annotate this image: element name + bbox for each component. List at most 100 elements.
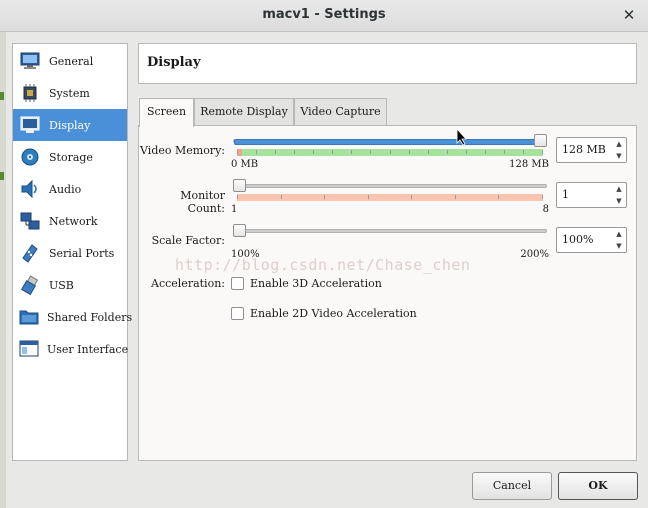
monitor-count-min-label: 1 — [231, 204, 238, 215]
video-memory-range-bar — [237, 149, 543, 156]
sidebar-item-display[interactable]: Display — [13, 109, 127, 141]
monitor-count-range-bar — [237, 194, 543, 201]
video-memory-value: 128 MB — [562, 143, 606, 156]
sidebar-item-system[interactable]: System — [13, 77, 127, 109]
enable-3d-acceleration-label: Enable 3D Acceleration — [250, 277, 382, 290]
sidebar-item-label: System — [49, 86, 90, 100]
slider-tick — [542, 195, 543, 199]
enable-3d-acceleration-checkbox[interactable] — [231, 277, 244, 290]
sidebar-item-label: Network — [49, 214, 98, 228]
scale-factor-min-label: 100% — [231, 249, 260, 260]
sidebar-item-label: USB — [49, 278, 74, 292]
tab-remote-display[interactable]: Remote Display — [194, 98, 294, 126]
page-header — [138, 43, 637, 84]
scale-factor-label: Scale Factor: — [151, 234, 225, 247]
tab-video-capture[interactable]: Video Capture — [294, 98, 387, 126]
spin-down-icon[interactable]: ▼ — [612, 195, 626, 207]
tab-screen[interactable]: Screen — [139, 98, 194, 127]
scale-factor-max-label: 200% — [520, 249, 549, 260]
scale-factor-spinbox[interactable]: 100% ▲ ▼ — [556, 227, 627, 253]
scale-factor-value: 100% — [562, 233, 594, 246]
slider-tick — [427, 150, 429, 154]
settings-sidebar: General System Display Storage Audio Net… — [12, 43, 132, 461]
slider-tick — [294, 150, 296, 154]
window-title: macv1 - Settings — [262, 7, 386, 22]
monitor-count-slider-handle[interactable] — [233, 179, 246, 192]
video-memory-spinbox[interactable]: 128 MB ▲ ▼ — [556, 137, 627, 163]
video-memory-max-label: 128 MB — [509, 159, 549, 170]
sidebar-item-label: User Interface — [47, 342, 129, 356]
sidebar-item-serial-ports[interactable]: Serial Ports — [13, 237, 127, 269]
video-memory-label: Video Memory: — [140, 144, 225, 157]
ok-button[interactable]: OK — [558, 472, 638, 500]
folder-icon — [19, 306, 39, 328]
slider-tick — [411, 195, 413, 199]
slider-tick — [313, 150, 315, 154]
usb-icon — [19, 274, 41, 296]
video-memory-slider-handle[interactable] — [534, 134, 547, 147]
slider-tick — [332, 150, 334, 154]
slider-tick — [256, 150, 258, 154]
slider-tick — [367, 195, 369, 199]
slider-tick — [503, 150, 505, 154]
cancel-button[interactable]: Cancel — [472, 472, 552, 500]
slider-tick — [237, 150, 238, 154]
spin-down-icon[interactable]: ▼ — [612, 240, 626, 252]
monitor-count-spinbox[interactable]: 1 ▲ ▼ — [556, 182, 627, 208]
scale-factor-slider-track[interactable] — [233, 229, 547, 233]
sidebar-item-label: General — [49, 54, 94, 68]
sidebar-item-label: Shared Folders — [47, 310, 133, 324]
video-memory-min-label: 0 MB — [231, 159, 259, 170]
slider-tick — [522, 150, 524, 154]
video-memory-slider-fill — [234, 139, 546, 145]
sidebar-item-usb[interactable]: USB — [13, 269, 127, 301]
display-icon — [19, 114, 41, 136]
monitor-count-value: 1 — [562, 188, 569, 201]
monitor-icon — [19, 50, 41, 72]
scale-factor-slider-handle[interactable] — [233, 224, 246, 237]
enable-2d-video-acceleration-checkbox[interactable] — [231, 307, 244, 320]
slider-tick — [351, 150, 353, 154]
slider-tick — [389, 150, 391, 154]
acceleration-label: Acceleration: — [151, 277, 225, 290]
close-icon[interactable]: ✕ — [620, 6, 638, 24]
slider-tick — [498, 195, 500, 199]
sidebar-item-label: Display — [49, 118, 91, 132]
chip-icon — [19, 82, 41, 104]
mouse-pointer-icon — [456, 127, 468, 146]
ok-button-label: OK — [588, 479, 608, 492]
slider-tick — [324, 195, 326, 199]
cancel-button-label: Cancel — [492, 479, 532, 492]
video-memory-slider-track[interactable] — [233, 139, 547, 145]
background-window-edge — [0, 32, 6, 508]
speaker-icon — [19, 178, 41, 200]
tab-label: Video Capture — [300, 105, 381, 118]
sidebar-item-label: Audio — [49, 182, 82, 196]
sidebar-item-shared-folders[interactable]: Shared Folders — [13, 301, 132, 333]
slider-tick — [280, 195, 282, 199]
spin-up-icon[interactable]: ▲ — [612, 138, 626, 150]
slider-tick — [446, 150, 448, 154]
spin-up-icon[interactable]: ▲ — [612, 228, 626, 240]
spin-down-icon[interactable]: ▼ — [612, 150, 626, 162]
tab-label: Remote Display — [200, 105, 288, 118]
page-title: Display — [147, 55, 201, 70]
network-icon — [19, 210, 41, 232]
tab-label: Screen — [146, 105, 187, 118]
slider-tick — [237, 195, 238, 199]
spin-up-icon[interactable]: ▲ — [612, 183, 626, 195]
sidebar-item-storage[interactable]: Storage — [13, 141, 127, 173]
sidebar-item-user-interface[interactable]: User Interface — [13, 333, 129, 365]
sidebar-item-general[interactable]: General — [13, 45, 127, 77]
slider-tick — [370, 150, 372, 154]
serial-icon — [19, 242, 41, 264]
monitor-count-max-label: 8 — [542, 204, 549, 215]
slider-tick — [275, 150, 277, 154]
monitor-count-slider-track[interactable] — [233, 184, 547, 188]
sidebar-item-network[interactable]: Network — [13, 205, 127, 237]
slider-tick — [408, 150, 410, 154]
window-icon — [19, 338, 39, 360]
sidebar-item-audio[interactable]: Audio — [13, 173, 127, 205]
sidebar-item-label: Storage — [49, 150, 93, 164]
monitor-count-label: Monitor Count: — [180, 189, 225, 215]
